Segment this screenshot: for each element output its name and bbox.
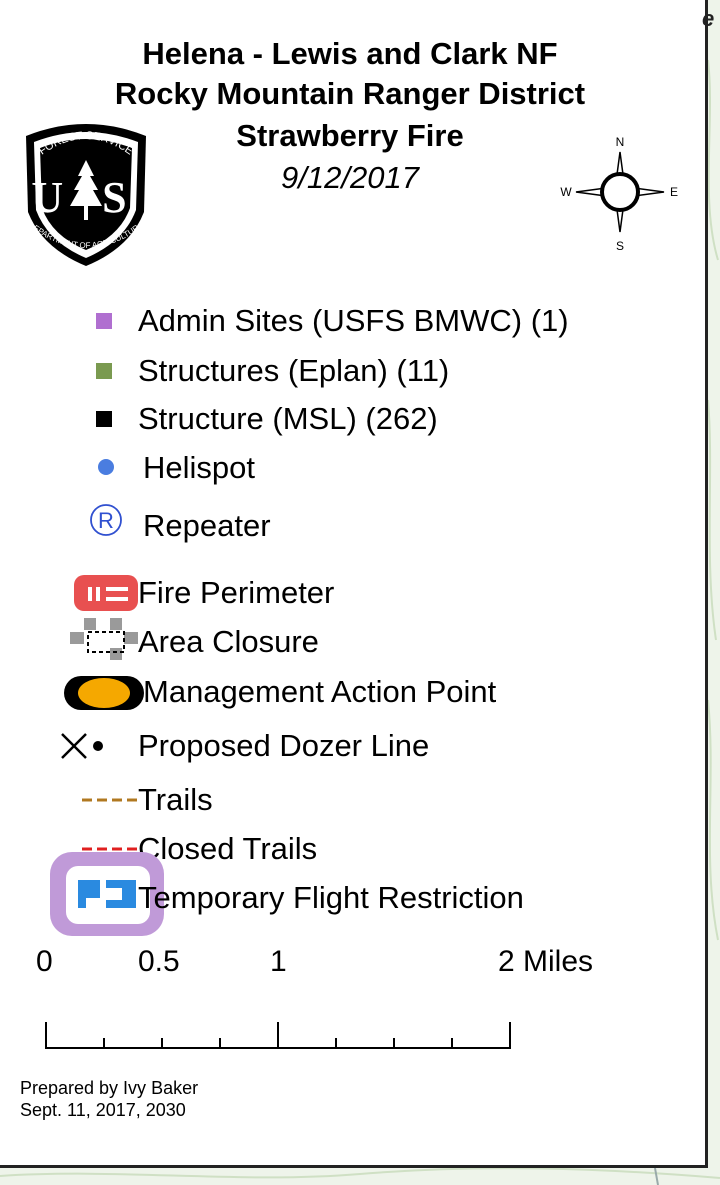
district-title: Rocky Mountain Ranger District [114, 76, 586, 111]
legend-item: Temporary Flight Restriction [0, 852, 700, 936]
legend-item: Structure (MSL) (262) [0, 399, 700, 439]
legend-label: Fire Perimeter [138, 575, 335, 610]
legend-label: Helispot [143, 450, 255, 485]
compass-north-label: N [616, 135, 625, 149]
legend-item: Fire Perimeter [0, 573, 700, 613]
dozer-line-icon [61, 733, 103, 759]
legend-item: R Repeater [0, 504, 700, 546]
scale-label-2-miles: 2 Miles [498, 945, 594, 978]
structure-msl-square-icon [96, 411, 112, 427]
north-arrow-compass-icon: N S E W [560, 135, 678, 253]
area-closure-icon [70, 618, 138, 660]
legend-label: Admin Sites (USFS BMWC) (1) [138, 303, 569, 338]
map-corner-label: e [702, 6, 715, 31]
scale-label-0: 0 [36, 945, 53, 978]
management-action-point-icon [64, 676, 144, 710]
compass-west-label: W [560, 185, 572, 199]
legend-item: Admin Sites (USFS BMWC) (1) [0, 301, 700, 341]
legend-label: Structure (MSL) (262) [138, 401, 438, 436]
legend-label: Area Closure [138, 624, 319, 659]
repeater-circled-r-icon: R [90, 504, 122, 536]
scale-label-half: 0.5 [138, 945, 180, 978]
structures-eplan-square-icon [96, 363, 112, 379]
scale-bar [45, 1022, 511, 1049]
legend-item: Helispot [0, 448, 700, 488]
legend-label: Temporary Flight Restriction [138, 880, 524, 915]
legend-label: Management Action Point [143, 674, 497, 709]
admin-sites-square-icon [96, 313, 112, 329]
legend-item: Management Action Point [0, 672, 700, 712]
forest-service-shield-icon: FOREST SERVICE DEPARTMENT OF AGRICULTURE… [20, 118, 146, 266]
legend-item: Structures (Eplan) (11) [0, 351, 700, 391]
legend-item: Proposed Dozer Line [0, 726, 700, 766]
prepared-by: Prepared by Ivy Baker [20, 1078, 199, 1098]
legend-item: Area Closure [0, 618, 700, 662]
legend-label: Structures (Eplan) (11) [138, 353, 450, 388]
legend-label: Trails [138, 782, 213, 817]
trails-dashed-line-icon [82, 798, 138, 802]
compass-east-label: E [670, 185, 678, 199]
legend-label: Repeater [143, 508, 271, 543]
scale-label-1: 1 [270, 945, 287, 978]
prepared-date: Sept. 11, 2017, 2030 [20, 1100, 186, 1120]
fire-perimeter-icon [74, 575, 138, 611]
forest-title: Helena - Lewis and Clark NF [142, 36, 558, 71]
svg-text:R: R [98, 508, 114, 533]
compass-south-label: S [616, 239, 624, 253]
helispot-dot-icon [98, 459, 114, 475]
legend-item: Trails [0, 780, 700, 820]
legend-label: Proposed Dozer Line [138, 728, 430, 763]
